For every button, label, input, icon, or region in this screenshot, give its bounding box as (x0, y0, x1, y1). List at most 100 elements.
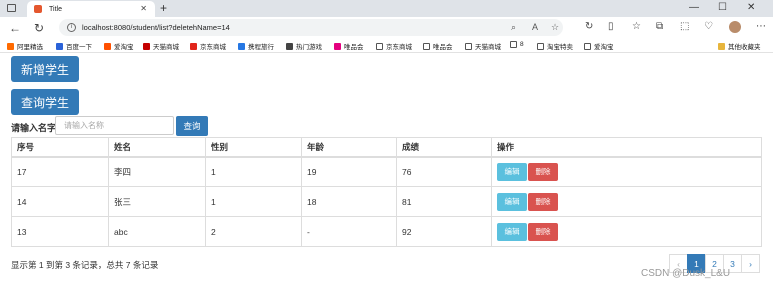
browser-essentials-icon[interactable]: ♡ (704, 21, 713, 32)
window-menu-icon[interactable] (7, 4, 16, 12)
bookmark-label: 京东商城 (200, 44, 226, 51)
cell-gender: 1 (205, 186, 302, 217)
zoom-icon[interactable]: ⌕ (511, 22, 516, 33)
bookmark-item[interactable]: 淘宝特卖 (537, 41, 573, 51)
bookmark-item[interactable]: 天猫商城 (465, 41, 501, 51)
edit-button[interactable]: 编辑 (497, 222, 527, 241)
page-icon (423, 42, 430, 50)
url-field[interactable]: i localhost:8080/student/list?deletehNam… (59, 19, 563, 36)
bookmark-item[interactable]: 8 (510, 41, 524, 48)
folder-icon (718, 42, 725, 50)
profile-avatar[interactable] (729, 21, 741, 33)
refresh-page-icon[interactable]: ↻ (585, 21, 593, 32)
cell-name: abc (108, 216, 206, 247)
cell-id: 14 (11, 186, 109, 217)
column-header-actions: 操作 (491, 137, 762, 158)
cell-actions: 编辑 删除 (491, 216, 762, 247)
more-menu-icon[interactable]: ⋯ (756, 21, 766, 32)
page-icon (510, 41, 517, 48)
search-button[interactable]: 查询 (176, 116, 208, 136)
query-student-button[interactable]: 查询学生 (11, 89, 80, 115)
bookmark-label: 携程旅行 (248, 44, 274, 51)
bookmark-item[interactable]: 京东商城 (190, 41, 226, 51)
cell-score: 76 (396, 156, 492, 187)
tab-close-icon[interactable]: ✕ (140, 4, 147, 13)
bookmark-item[interactable]: 京东商城 (376, 41, 412, 51)
column-header-id: 序号 (11, 137, 109, 158)
site-favicon-icon (334, 42, 341, 50)
split-screen-icon[interactable]: ▯ (608, 21, 614, 32)
page-icon (465, 42, 472, 50)
table-row: 17 李四 1 19 76 编辑 删除 (11, 156, 762, 187)
site-favicon-icon (104, 42, 111, 50)
table-row: 13 abc 2 - 92 编辑 删除 (11, 216, 762, 247)
bookmark-item[interactable]: 携程旅行 (238, 41, 274, 51)
site-favicon-icon (56, 42, 63, 50)
cell-actions: 编辑 删除 (491, 186, 762, 217)
other-favorites-folder[interactable]: 其他收藏夹 (718, 41, 761, 51)
back-button[interactable]: ← (9, 21, 21, 35)
bookmark-label: 阿里精选 (17, 44, 43, 51)
new-tab-button[interactable]: + (160, 1, 167, 15)
bookmark-item[interactable]: 百度一下 (56, 41, 92, 51)
bookmark-label: 天猫商城 (475, 44, 501, 51)
tab-title: Title (49, 5, 62, 13)
cell-name: 张三 (108, 186, 206, 217)
bookmark-label: 爱淘宝 (114, 44, 134, 51)
add-student-button[interactable]: 新增学生 (11, 56, 80, 82)
bookmark-label: 唯品会 (433, 44, 453, 51)
collections-icon[interactable]: ⧉ (656, 21, 663, 32)
url-text: localhost:8080/student/list?deletehName=… (82, 23, 230, 32)
extensions-icon[interactable]: ⬚ (680, 21, 689, 32)
browser-tab-bar: Title ✕ + — ☐ ✕ (0, 0, 773, 17)
bookmark-item[interactable]: 阿里精选 (7, 41, 43, 51)
search-name-input[interactable] (55, 116, 174, 135)
page-icon (376, 42, 383, 50)
close-window-button[interactable]: ✕ (747, 2, 755, 13)
bookmark-item[interactable]: 爱淘宝 (104, 41, 134, 51)
site-favicon-icon (7, 42, 14, 50)
read-aloud-icon[interactable]: A (532, 22, 538, 32)
maximize-button[interactable]: ☐ (718, 2, 727, 13)
site-favicon-icon (238, 42, 245, 50)
bookmark-item[interactable]: 天猫商城 (143, 41, 179, 51)
pagination-next[interactable]: › (741, 254, 760, 273)
bookmark-item[interactable]: 唯品会 (423, 41, 453, 51)
cell-age: 19 (301, 156, 397, 187)
browser-tab[interactable]: Title ✕ (27, 1, 155, 17)
cell-name: 李四 (108, 156, 206, 187)
page-icon (537, 42, 544, 50)
column-header-gender: 性别 (205, 137, 302, 158)
edit-button[interactable]: 编辑 (497, 162, 527, 181)
column-header-name: 姓名 (108, 137, 206, 158)
page-icon (584, 42, 591, 50)
favorites-icon[interactable]: ☆ (632, 21, 641, 32)
favorite-star-icon[interactable]: ☆ (551, 22, 559, 33)
site-info-icon[interactable]: i (67, 23, 76, 32)
bookmark-label: 天猫商城 (153, 44, 179, 51)
cell-id: 17 (11, 156, 109, 187)
bookmark-label: 热门游戏 (296, 44, 322, 51)
cell-age: - (301, 216, 397, 247)
bookmark-label: 爱淘宝 (594, 44, 614, 51)
other-favorites-label: 其他收藏夹 (728, 44, 761, 51)
bookmark-label: 8 (520, 41, 524, 48)
delete-button[interactable]: 删除 (528, 222, 558, 241)
refresh-button[interactable]: ↻ (34, 21, 44, 35)
site-favicon-icon (286, 42, 293, 50)
csdn-watermark: CSDN @Dusk_L&U (641, 268, 731, 279)
bookmark-item[interactable]: 热门游戏 (286, 41, 322, 51)
site-favicon-icon (143, 42, 150, 50)
bookmark-item[interactable]: 唯品会 (334, 41, 364, 51)
delete-button[interactable]: 删除 (528, 162, 558, 181)
cell-score: 81 (396, 186, 492, 217)
bookmark-label: 京东商城 (386, 44, 412, 51)
search-name-label: 请输入名字 (11, 123, 57, 133)
student-table: 序号 姓名 性别 年龄 成绩 操作 17 李四 1 19 76 编辑 删除 14 … (11, 137, 762, 247)
table-header-row: 序号 姓名 性别 年龄 成绩 操作 (11, 137, 762, 158)
bookmark-item[interactable]: 爱淘宝 (584, 41, 614, 51)
edit-button[interactable]: 编辑 (497, 192, 527, 211)
column-header-score: 成绩 (396, 137, 492, 158)
minimize-button[interactable]: — (689, 2, 699, 13)
delete-button[interactable]: 删除 (528, 192, 558, 211)
